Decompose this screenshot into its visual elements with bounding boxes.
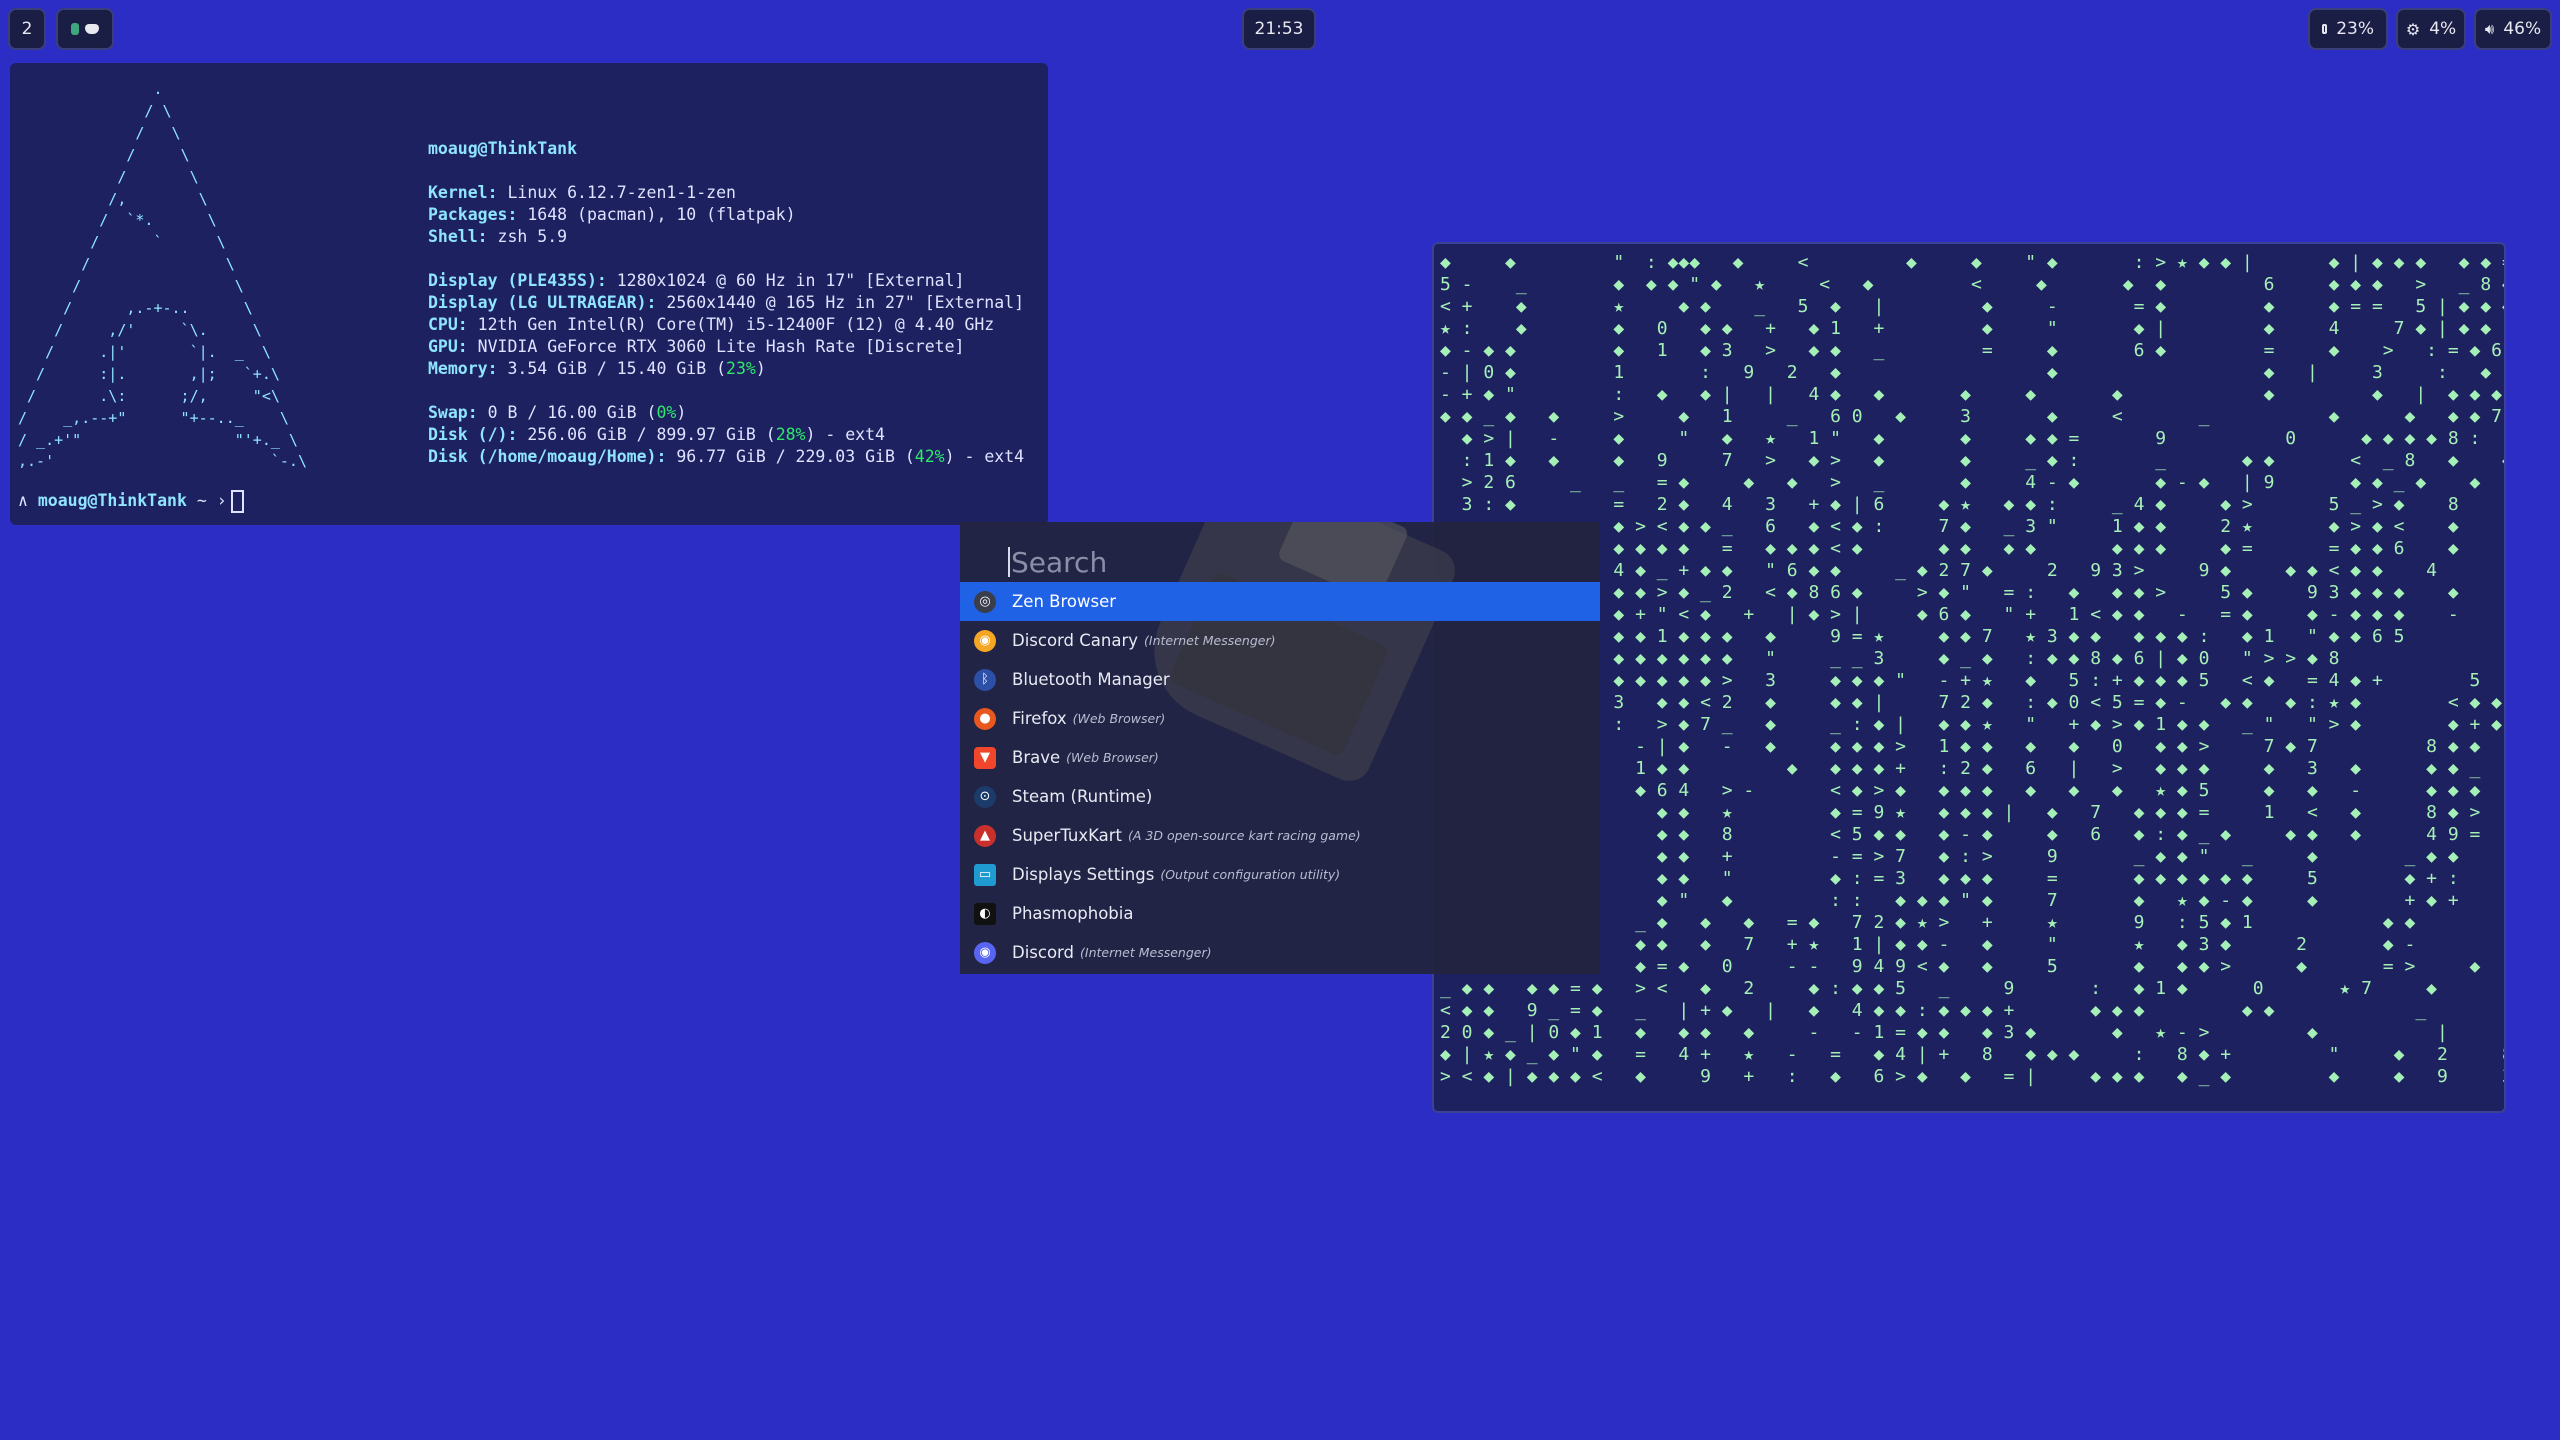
launcher-item-brave[interactable]: ▼ Brave (Web Browser) [960, 738, 1600, 777]
prompt-arrow-icon: ∧ [18, 491, 28, 510]
cpu-status[interactable]: ⚙ 4% [2396, 8, 2466, 50]
zen-browser-icon: ◎ [974, 590, 996, 613]
firefox-icon: ● [974, 707, 996, 730]
tray-apps[interactable] [56, 8, 114, 50]
volume-icon: 🔊︎ [2484, 20, 2495, 38]
system-info: moaug@ThinkTank Kernel: Linux 6.12.7-zen… [428, 138, 1024, 468]
launcher-item-firefox[interactable]: ● Firefox (Web Browser) [960, 699, 1600, 738]
info-memory: Memory: 3.54 GiB / 15.40 GiB (23%) [428, 359, 766, 378]
volume-value: 46% [2503, 19, 2542, 39]
clock-time: 21:53 [1254, 19, 1304, 39]
workspace-number: 2 [21, 19, 33, 39]
text-cursor [230, 490, 244, 513]
launcher-item-supertuxkart[interactable]: ▲ SuperTuxKart (A 3D open-source kart rac… [960, 816, 1600, 855]
app-dot-icon[interactable] [71, 23, 79, 35]
launcher-results: ◎ Zen Browser ◉ Discord Canary (Internet … [960, 582, 1600, 972]
memory-status[interactable]: 23% [2308, 8, 2388, 50]
discord-canary-icon: ◉ [974, 629, 996, 652]
info-shell: Shell: zsh 5.9 [428, 227, 568, 246]
memory-icon [2322, 24, 2328, 34]
app-launcher[interactable]: Search ◎ Zen Browser ◉ Discord Canary (In… [960, 522, 1600, 974]
info-packages: Packages: 1648 (pacman), 10 (flatpak) [428, 205, 796, 224]
bluetooth-icon: ᛒ [974, 668, 996, 691]
info-gpu: GPU: NVIDIA GeForce RTX 3060 Lite Hash R… [428, 337, 965, 356]
discord-icon: ◉ [974, 941, 996, 964]
launcher-item-zen-browser[interactable]: ◎ Zen Browser [960, 582, 1600, 621]
discord-tray-icon[interactable] [85, 24, 99, 34]
launcher-item-phasmophobia[interactable]: ◐ Phasmophobia [960, 894, 1600, 933]
info-disk-root: Disk (/): 256.06 GiB / 899.97 GiB (28%) … [428, 425, 885, 444]
launcher-item-bluetooth-manager[interactable]: ᛒ Bluetooth Manager [960, 660, 1600, 699]
display-settings-icon: ▭ [974, 863, 996, 886]
info-display-2: Display (LG ULTRAGEAR): 2560x1440 @ 165 … [428, 293, 1025, 312]
cpu-value: 4% [2429, 19, 2457, 39]
launcher-item-discord[interactable]: ◉ Discord (Internet Messenger) [960, 933, 1600, 972]
info-kernel: Kernel: Linux 6.12.7-zen1-1-zen [428, 183, 736, 202]
prompt-user: moaug@ThinkTank [37, 491, 187, 510]
search-caret [1008, 547, 1010, 577]
launcher-item-steam[interactable]: ⊙ Steam (Runtime) [960, 777, 1600, 816]
arch-ascii-logo: . / \ / \ / \ / \ /, \ / `*. \ / ` \ / \… [18, 80, 307, 471]
user-host: moaug@ThinkTank [428, 139, 578, 158]
brave-icon: ▼ [974, 746, 996, 769]
info-display-1: Display (PLE435S): 1280x1024 @ 60 Hz in … [428, 271, 965, 290]
memory-value: 23% [2336, 19, 2374, 39]
clock[interactable]: 21:53 [1242, 8, 1316, 50]
info-cpu: CPU: 12th Gen Intel(R) Core(TM) i5-12400… [428, 315, 995, 334]
info-disk-home: Disk (/home/moaug/Home): 96.77 GiB / 229… [428, 447, 1025, 466]
search-placeholder: Search [1011, 545, 1108, 579]
launcher-item-displays-settings[interactable]: ▭ Displays Settings (Output configuration… [960, 855, 1600, 894]
supertuxkart-icon: ▲ [974, 824, 996, 847]
steam-icon: ⊙ [974, 785, 996, 808]
cpu-icon: ⚙ [2405, 19, 2421, 39]
shell-prompt[interactable]: ∧ moaug@ThinkTank ~ › [18, 490, 244, 513]
search-input[interactable]: Search [1008, 542, 1568, 582]
info-swap: Swap: 0 B / 16.00 GiB (0%) [428, 403, 687, 422]
launcher-item-discord-canary[interactable]: ◉ Discord Canary (Internet Messenger) [960, 621, 1600, 660]
phasmophobia-icon: ◐ [974, 902, 996, 925]
fetch-terminal-window[interactable]: . / \ / \ / \ / \ /, \ / `*. \ / ` \ / \… [10, 63, 1048, 525]
prompt-dir: ~ › [196, 491, 227, 510]
workspace-indicator[interactable]: 2 [8, 8, 46, 50]
volume-status[interactable]: 🔊︎ 46% [2474, 8, 2552, 50]
